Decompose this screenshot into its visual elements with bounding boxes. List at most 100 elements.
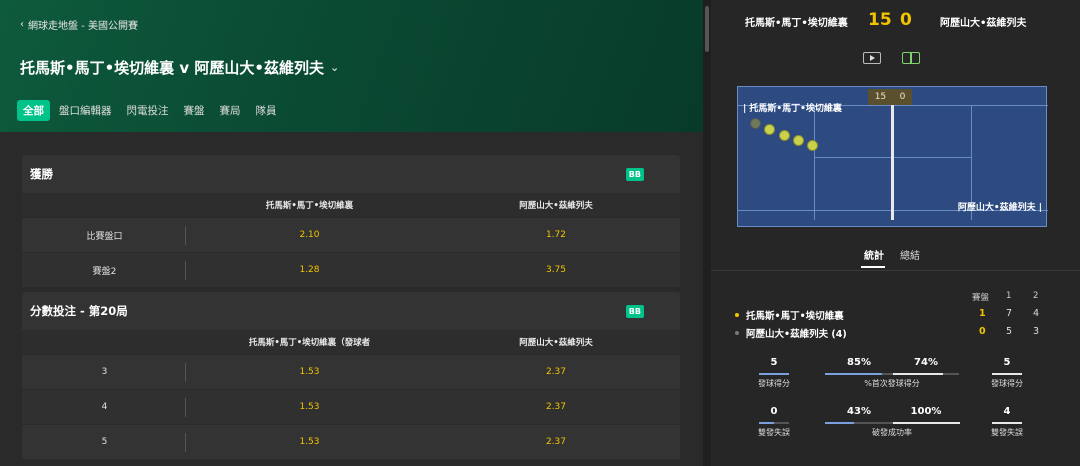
match-title-text: 托馬斯•馬丁•埃切維裏 v 阿歷山大•茲維列夫 xyxy=(20,59,324,77)
row-divider xyxy=(185,398,186,417)
aces-p2: 5 xyxy=(1003,357,1011,368)
stat-bar-fill-p1 xyxy=(825,373,882,375)
stat-label: 發球得分 xyxy=(758,379,790,388)
stat-bar-fill xyxy=(992,373,1022,375)
scoreboard-score2: 0 xyxy=(900,10,912,30)
scoreboard-player1: 托馬斯•馬丁•埃切維裏 xyxy=(745,18,848,29)
court-score1: 15 xyxy=(874,92,887,102)
row-divider xyxy=(185,363,186,382)
aces-p1: 5 xyxy=(770,357,778,368)
row-label: 比賽盤口 xyxy=(86,231,123,242)
set2-p2: 3 xyxy=(1033,326,1040,337)
scrollbar-thumb[interactable] xyxy=(705,6,709,52)
row-divider xyxy=(185,433,186,452)
odds-button[interactable]: 2.10 xyxy=(187,218,432,252)
stat-bar-fill-p1 xyxy=(825,422,854,424)
court-net xyxy=(891,105,894,220)
stat-bar-fill xyxy=(759,373,789,375)
row-label: 3 xyxy=(101,367,108,377)
serving-dot-icon xyxy=(735,313,739,317)
market-column-header: 托馬斯•馬丁•埃切維裏（發球者 阿歷山大•茲維列夫 xyxy=(22,330,680,354)
break-points-p2: 100% xyxy=(910,406,942,417)
stat-label: %首次發球得分 xyxy=(864,379,920,388)
stat-bar xyxy=(992,422,1022,424)
scoreboard: 托馬斯•馬丁•埃切維裏 15 0 阿歷山大•茲維列夫 xyxy=(711,6,1080,36)
column-player2: 阿歷山大•茲維列夫 xyxy=(519,338,593,348)
set-player2: 阿歷山大•茲維列夫 (4) xyxy=(735,326,847,340)
court-score: 15 0 xyxy=(868,89,912,105)
breadcrumb-text[interactable]: 網球走地盤 - 美國公開賽 xyxy=(28,17,138,32)
set2-p1: 4 xyxy=(1033,308,1040,319)
ball-trail xyxy=(764,124,775,135)
double-faults-p1: 0 xyxy=(770,406,778,417)
chevron-left-icon[interactable]: ‹ xyxy=(20,19,24,30)
odds-button[interactable]: 1.53 xyxy=(187,425,432,459)
column-player2: 阿歷山大•茲維列夫 xyxy=(519,201,593,211)
stat-label: 破發成功率 xyxy=(872,428,912,437)
set-player1-name: 托馬斯•馬丁•埃切維裏 xyxy=(746,311,844,322)
row-label: 賽盤2 xyxy=(92,266,117,277)
bet-builder-badge: BB xyxy=(625,304,644,318)
not-serving-dot-icon xyxy=(735,331,739,335)
stat-bar-fill xyxy=(992,422,1022,424)
match-title[interactable]: 托馬斯•馬丁•埃切維裏 v 阿歷山大•茲維列夫 ⌄ xyxy=(20,57,339,78)
market-column-header: 托馬斯•馬丁•埃切維裏 阿歷山大•茲維列夫 xyxy=(22,193,680,217)
row-label: 5 xyxy=(101,437,108,447)
court-visualization: 15 0 | 托馬斯•馬丁•埃切維裏 阿歷山大•茲維列夫 | xyxy=(737,86,1048,227)
current-set-p2: 0 xyxy=(979,326,986,337)
tab-stats[interactable]: 統計 xyxy=(864,247,884,262)
tab-players[interactable]: 隊員 xyxy=(250,100,283,121)
market-title: 分數投注 - 第20局 xyxy=(30,304,128,318)
court-view-icon[interactable] xyxy=(902,52,920,64)
market-row: 比賽盤口 2.10 1.72 xyxy=(22,217,680,252)
tab-bet-builder[interactable]: 盤口編輯器 xyxy=(53,100,118,121)
bet-builder-badge: BB xyxy=(625,167,644,181)
match-tracker-panel: 托馬斯•馬丁•埃切維裏 15 0 阿歷山大•茲維列夫 15 0 | 托馬斯•馬丁… xyxy=(711,0,1080,466)
ball-position xyxy=(807,140,818,151)
stat-bar-compare xyxy=(825,422,960,424)
tab-quick-bet[interactable]: 閃電投注 xyxy=(121,100,175,121)
first-serve-p2: 74% xyxy=(914,357,938,368)
court-player1: | 托馬斯•馬丁•埃切維裏 xyxy=(743,104,842,114)
scoreboard-player2: 阿歷山大•茲維列夫 xyxy=(940,18,1027,29)
video-icon[interactable] xyxy=(863,52,881,64)
scoreboard-score1: 15 xyxy=(868,10,892,30)
odds-button[interactable]: 3.75 xyxy=(432,253,680,287)
scrollbar[interactable] xyxy=(703,0,711,466)
chevron-down-icon[interactable]: ⌄ xyxy=(330,61,339,74)
odds-button[interactable]: 2.37 xyxy=(432,390,680,424)
tab-summary[interactable]: 總結 xyxy=(900,247,920,262)
sets-header: 賽盤 xyxy=(972,293,990,303)
break-points-p1: 43% xyxy=(847,406,871,417)
court-player1-name: 托馬斯•馬丁•埃切維裏 xyxy=(749,104,842,114)
tab-games[interactable]: 賽局 xyxy=(214,100,247,121)
stat-bar xyxy=(992,373,1022,375)
market-header[interactable]: 獲勝 BB xyxy=(22,155,680,193)
left-panel: ‹ 網球走地盤 - 美國公開賽 托馬斯•馬丁•埃切維裏 v 阿歷山大•茲維列夫 … xyxy=(0,0,703,466)
stat-bar-fill-p2 xyxy=(893,373,943,375)
set1-p1: 7 xyxy=(1006,308,1013,319)
court-score2: 0 xyxy=(899,92,906,102)
market-tabs: 全部 盤口編輯器 閃電投注 賽盤 賽局 隊員 xyxy=(17,100,286,121)
ball-trail xyxy=(793,135,804,146)
page: ‹ 網球走地盤 - 美國公開賽 托馬斯•馬丁•埃切維裏 v 阿歷山大•茲維列夫 … xyxy=(0,0,1080,466)
odds-button[interactable]: 2.37 xyxy=(432,425,680,459)
odds-button[interactable]: 2.37 xyxy=(432,355,680,389)
breadcrumb[interactable]: ‹ 網球走地盤 - 美國公開賽 xyxy=(20,17,138,32)
odds-button[interactable]: 1.53 xyxy=(187,355,432,389)
stat-bar-fill xyxy=(759,422,774,424)
odds-button[interactable]: 1.28 xyxy=(187,253,432,287)
tab-all[interactable]: 全部 xyxy=(17,100,50,121)
market-row: 3 1.53 2.37 xyxy=(22,354,680,389)
stat-label: 雙發失誤 xyxy=(991,428,1023,437)
tab-sets[interactable]: 賽盤 xyxy=(178,100,211,121)
market-row: 5 1.53 2.37 xyxy=(22,424,680,459)
ball-trail xyxy=(779,130,790,141)
stat-bar xyxy=(759,373,789,375)
market-row: 4 1.53 2.37 xyxy=(22,389,680,424)
first-serve-p1: 85% xyxy=(847,357,871,368)
market-card-winner: 獲勝 BB 托馬斯•馬丁•埃切維裏 阿歷山大•茲維列夫 比賽盤口 2.10 1.… xyxy=(22,155,680,287)
odds-button[interactable]: 1.53 xyxy=(187,390,432,424)
market-header[interactable]: 分數投注 - 第20局 BB xyxy=(22,292,680,330)
odds-button[interactable]: 1.72 xyxy=(432,218,680,252)
